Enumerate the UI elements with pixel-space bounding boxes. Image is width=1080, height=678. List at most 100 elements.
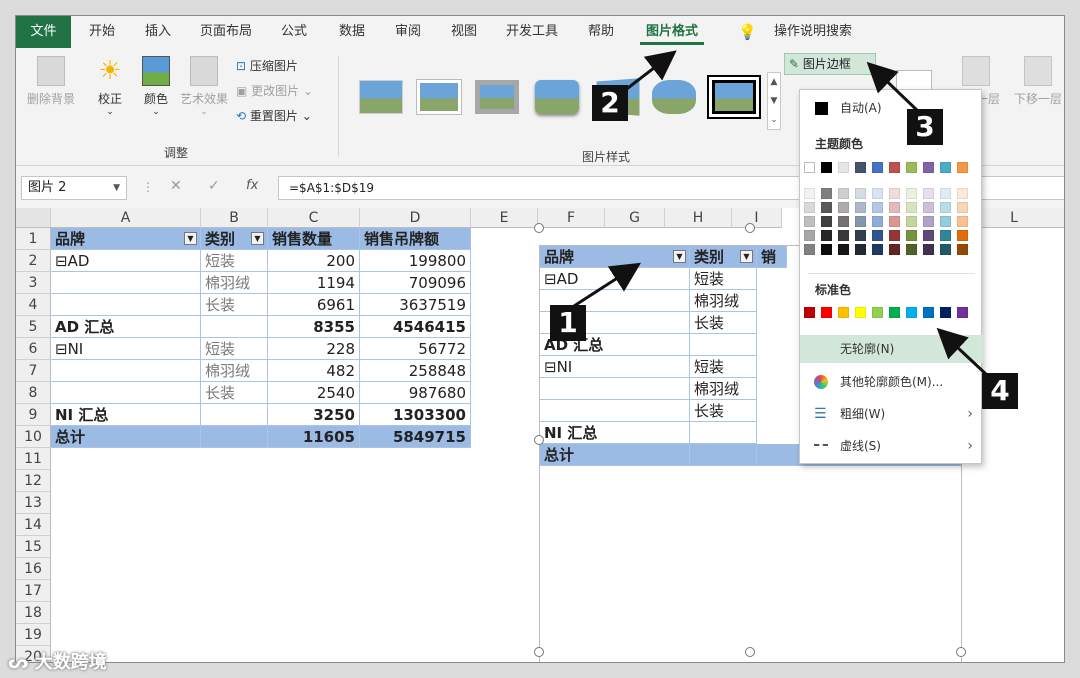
column-header[interactable]: A (51, 208, 201, 228)
color-swatch[interactable] (957, 162, 968, 173)
filter-dropdown-icon[interactable]: ▼ (251, 232, 264, 245)
artistic-effects-button[interactable]: 艺术效果 ⌄ (176, 56, 232, 117)
color-swatch[interactable] (940, 244, 951, 255)
table-cell[interactable]: 长装 (201, 294, 268, 316)
color-swatch[interactable] (838, 202, 849, 213)
column-header[interactable]: I (732, 208, 782, 228)
color-swatch[interactable] (804, 188, 815, 199)
color-swatch[interactable] (923, 230, 934, 241)
column-header[interactable]: F (538, 208, 605, 228)
table-cell[interactable] (51, 294, 201, 316)
table-cell[interactable]: 4546415 (360, 316, 471, 338)
row-header[interactable]: 11 (16, 448, 51, 470)
resize-handle[interactable] (534, 223, 544, 233)
tab-review[interactable]: 审阅 (388, 16, 428, 48)
row-header[interactable]: 19 (16, 624, 51, 646)
color-swatch[interactable] (804, 244, 815, 255)
table-cell[interactable]: 3250 (268, 404, 360, 426)
picture-border-button[interactable]: ✎ 图片边框 (784, 53, 876, 75)
color-swatch[interactable] (923, 202, 934, 213)
color-swatch[interactable] (838, 307, 849, 318)
picture-style-thumb[interactable] (359, 80, 403, 114)
column-header[interactable]: E (471, 208, 538, 228)
table-cell[interactable]: 228 (268, 338, 360, 360)
row-header[interactable]: 5 (16, 316, 51, 338)
picture-style-thumb[interactable] (417, 80, 461, 114)
color-swatch[interactable] (821, 202, 832, 213)
table-cell[interactable]: NI 汇总 (51, 404, 201, 426)
table-cell[interactable]: 56772 (360, 338, 471, 360)
select-all-corner[interactable] (16, 208, 51, 228)
color-swatch[interactable] (957, 244, 968, 255)
color-swatch[interactable] (872, 188, 883, 199)
table-cell[interactable]: 709096 (360, 272, 471, 294)
table-cell[interactable]: 199800 (360, 250, 471, 272)
row-header[interactable]: 14 (16, 514, 51, 536)
resize-handle[interactable] (534, 435, 544, 445)
color-swatch[interactable] (855, 202, 866, 213)
table-header-cell[interactable]: 销售吊牌额 (360, 228, 471, 250)
color-swatch[interactable] (838, 216, 849, 227)
color-swatch[interactable] (838, 162, 849, 173)
color-button[interactable]: 颜色 ⌄ (136, 56, 176, 117)
row-header[interactable]: 9 (16, 404, 51, 426)
compress-pictures-button[interactable]: ⊡ 压缩图片 (236, 56, 298, 76)
color-swatch[interactable] (821, 216, 832, 227)
table-cell[interactable]: 11605 (268, 426, 360, 448)
row-header[interactable]: 7 (16, 360, 51, 382)
table-cell[interactable]: 总计 (51, 426, 201, 448)
color-swatch[interactable] (872, 244, 883, 255)
color-swatch[interactable] (804, 307, 815, 318)
color-swatch[interactable] (906, 230, 917, 241)
color-swatch[interactable] (821, 230, 832, 241)
row-header[interactable]: 13 (16, 492, 51, 514)
row-header[interactable]: 16 (16, 558, 51, 580)
color-swatch[interactable] (923, 216, 934, 227)
color-swatch[interactable] (855, 216, 866, 227)
color-swatch[interactable] (855, 188, 866, 199)
color-swatch[interactable] (804, 162, 815, 173)
color-swatch[interactable] (940, 307, 951, 318)
tab-page-layout[interactable]: 页面布局 (194, 16, 258, 48)
color-swatch[interactable] (889, 216, 900, 227)
color-swatch[interactable] (906, 244, 917, 255)
row-header[interactable]: 15 (16, 536, 51, 558)
tab-help[interactable]: 帮助 (581, 16, 621, 48)
resize-handle[interactable] (956, 647, 966, 657)
tab-file[interactable]: 文件 (16, 16, 71, 48)
column-header[interactable]: B (201, 208, 268, 228)
color-swatch[interactable] (923, 307, 934, 318)
color-swatch[interactable] (906, 202, 917, 213)
color-swatch[interactable] (957, 230, 968, 241)
color-swatch[interactable] (821, 162, 832, 173)
color-swatch[interactable] (906, 188, 917, 199)
table-cell[interactable] (51, 360, 201, 382)
tab-formulas[interactable]: 公式 (274, 16, 314, 48)
color-swatch[interactable] (957, 202, 968, 213)
picture-style-thumb[interactable] (712, 80, 756, 114)
color-swatch[interactable] (855, 244, 866, 255)
resize-handle[interactable] (745, 647, 755, 657)
row-header[interactable]: 2 (16, 250, 51, 272)
color-swatch[interactable] (957, 216, 968, 227)
name-box[interactable]: 图片 2 ▼ (21, 176, 127, 200)
table-cell[interactable]: 258848 (360, 360, 471, 382)
insert-function-icon[interactable]: fx (246, 178, 258, 193)
more-outline-colors-item[interactable]: 其他轮廓颜色(M)... (800, 368, 983, 396)
table-cell[interactable]: 3637519 (360, 294, 471, 316)
remove-background-button[interactable]: 删除背景 (24, 56, 78, 107)
color-swatch[interactable] (889, 244, 900, 255)
row-header[interactable]: 8 (16, 382, 51, 404)
reset-picture-button[interactable]: ⟲ 重置图片 ⌄ (236, 106, 312, 126)
column-header[interactable]: C (268, 208, 360, 228)
color-swatch[interactable] (855, 230, 866, 241)
color-swatch[interactable] (957, 188, 968, 199)
tab-picture-format[interactable]: 图片格式 (640, 16, 704, 48)
picture-style-thumb[interactable] (535, 80, 579, 114)
row-header[interactable]: 6 (16, 338, 51, 360)
filter-dropdown-icon[interactable]: ▼ (184, 232, 197, 245)
table-cell[interactable] (201, 426, 268, 448)
color-swatch[interactable] (821, 307, 832, 318)
row-header[interactable]: 1 (16, 228, 51, 250)
color-swatch[interactable] (838, 230, 849, 241)
